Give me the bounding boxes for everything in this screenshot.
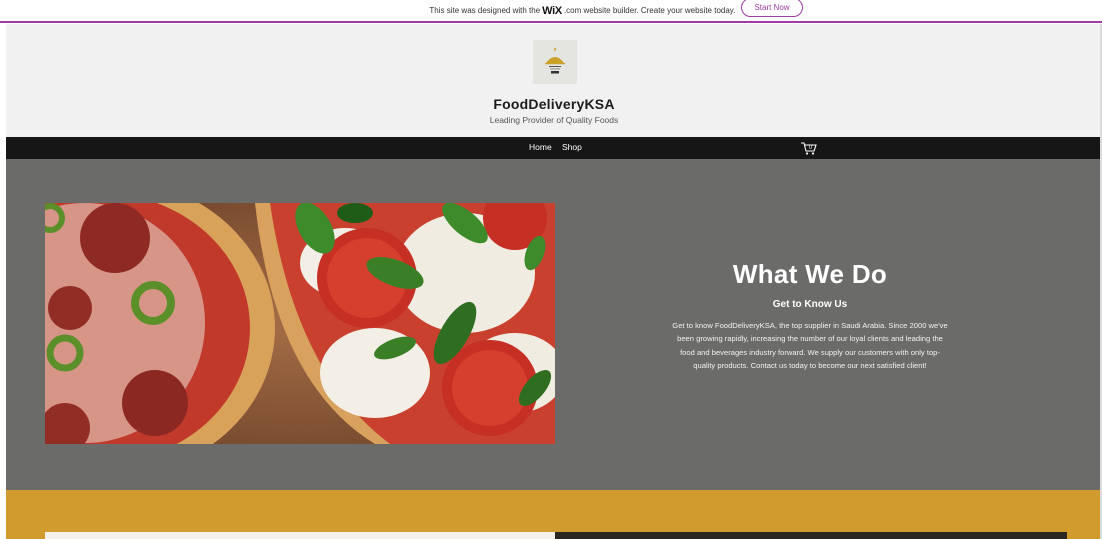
site-title[interactable]: FoodDeliveryKSA xyxy=(6,96,1102,112)
pizza-image xyxy=(45,203,555,444)
about-text-block: What We Do Get to Know Us Get to know Fo… xyxy=(670,259,950,372)
cart-icon[interactable]: 0 xyxy=(800,140,818,156)
wix-promo-banner: This site was designed with the WiX .com… xyxy=(0,0,1102,23)
nav-item-shop[interactable]: Shop xyxy=(562,142,582,152)
site-tagline: Leading Provider of Quality Foods xyxy=(489,115,619,125)
about-section: What We Do Get to Know Us Get to know Fo… xyxy=(6,159,1102,490)
wix-banner-text: This site was designed with the WiX .com… xyxy=(429,5,735,17)
about-body: Get to know FoodDeliveryKSA, the top sup… xyxy=(672,321,948,370)
restaurant-logo-icon[interactable] xyxy=(533,40,577,84)
wix-logo: WiX xyxy=(542,4,562,17)
product-card-image xyxy=(45,532,555,539)
start-now-button[interactable]: Start Now xyxy=(741,0,803,17)
cart-count: 0 xyxy=(809,145,812,151)
wix-banner-text-after: .com website builder. Create your websit… xyxy=(563,6,736,15)
wix-banner-text-before: This site was designed with the xyxy=(429,6,541,15)
about-title: What We Do xyxy=(732,259,888,289)
site-header: FoodDeliveryKSA Leading Provider of Qual… xyxy=(6,24,1102,137)
nav-item-home[interactable]: Home xyxy=(529,142,552,152)
products-section xyxy=(6,490,1102,539)
about-subtitle: Get to Know Us xyxy=(772,299,848,310)
product-card-image xyxy=(555,532,1067,539)
main-nav: Home Shop 0 xyxy=(6,137,1102,159)
